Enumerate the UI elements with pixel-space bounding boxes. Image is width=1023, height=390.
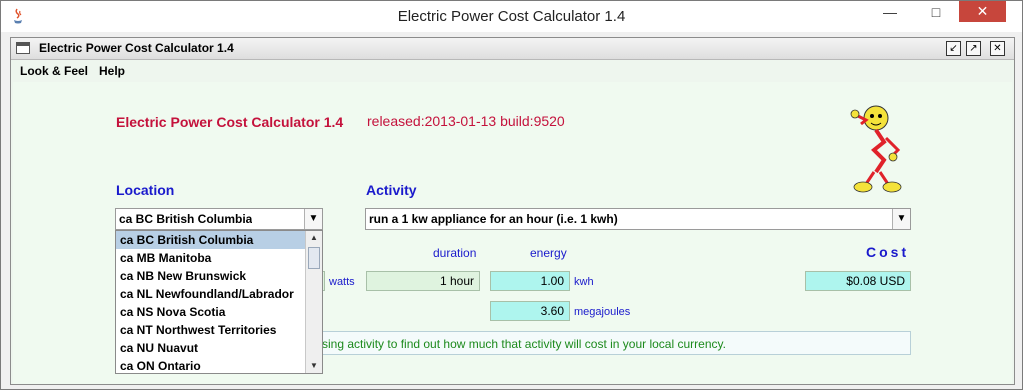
duration-field[interactable]: 1 hour: [366, 271, 480, 291]
os-titlebar[interactable]: Electric Power Cost Calculator 1.4 — □ ✕: [1, 1, 1022, 32]
duration-header: duration: [433, 246, 477, 260]
dropdown-scrollbar[interactable]: ▲ ▼: [305, 231, 322, 373]
internal-frame-titlebar[interactable]: Electric Power Cost Calculator 1.4 ↙ ↗ ✕: [11, 38, 1014, 60]
list-item[interactable]: ca NS Nova Scotia: [116, 303, 306, 321]
cost-field[interactable]: $0.08 USD: [805, 271, 911, 291]
menubar: Look & Feel Help: [11, 60, 1014, 82]
list-item[interactable]: ca NT Northwest Territories: [116, 321, 306, 339]
frame-close-button[interactable]: ✕: [990, 41, 1005, 56]
location-label: Location: [116, 182, 175, 198]
energy-mj-field[interactable]: 3.60: [490, 301, 570, 321]
main-content: Electric Power Cost Calculator 1.4 relea…: [13, 82, 1012, 384]
energy-header: energy: [530, 246, 567, 260]
maximize-button[interactable]: □: [913, 1, 959, 22]
internal-frame-title: Electric Power Cost Calculator 1.4: [39, 41, 234, 55]
os-window: Electric Power Cost Calculator 1.4 — □ ✕…: [0, 0, 1023, 390]
activity-label: Activity: [366, 182, 417, 198]
location-selected-value: ca BC British Columbia: [119, 212, 253, 226]
chevron-down-icon[interactable]: ▼: [892, 209, 910, 229]
list-item[interactable]: ca ON Ontario: [116, 357, 306, 375]
frame-icon: [16, 42, 30, 54]
iconify-button[interactable]: ↙: [946, 41, 961, 56]
internal-frame: Electric Power Cost Calculator 1.4 ↙ ↗ ✕…: [10, 37, 1015, 385]
reddy-kilowatt-mascot: [850, 105, 902, 193]
cost-header: Cost: [866, 244, 910, 260]
activity-combobox[interactable]: run a 1 kw appliance for an hour (i.e. 1…: [365, 208, 911, 230]
scroll-down-icon[interactable]: ▼: [306, 359, 322, 373]
location-dropdown-list[interactable]: ca BC British Columbia ca MB Manitoba ca…: [115, 230, 323, 374]
energy-kwh-field[interactable]: 1.00: [490, 271, 570, 291]
dropdown-options: ca BC British Columbia ca MB Manitoba ca…: [116, 231, 306, 375]
app-title: Electric Power Cost Calculator 1.4: [116, 114, 344, 130]
minimize-button[interactable]: —: [867, 1, 913, 22]
location-combobox[interactable]: ca BC British Columbia ▼: [115, 208, 323, 230]
list-item[interactable]: ca NU Nuavut: [116, 339, 306, 357]
scroll-thumb[interactable]: [308, 247, 320, 269]
kwh-unit: kwh: [574, 276, 594, 288]
hint-box: sing activity to find out how much that …: [313, 331, 911, 355]
megajoules-unit: megajoules: [574, 306, 631, 318]
restore-button[interactable]: ↗: [966, 41, 981, 56]
list-item[interactable]: ca NB New Brunswick: [116, 267, 306, 285]
list-item[interactable]: ca BC British Columbia: [116, 231, 306, 249]
activity-selected-value: run a 1 kw appliance for an hour (i.e. 1…: [369, 212, 618, 226]
release-info: released:2013-01-13 build:9520: [367, 113, 565, 129]
scroll-up-icon[interactable]: ▲: [306, 231, 322, 245]
chevron-down-icon[interactable]: ▼: [304, 209, 322, 229]
close-button[interactable]: ✕: [959, 1, 1006, 22]
hint-text: sing activity to find out how much that …: [322, 337, 726, 351]
watts-unit: watts: [329, 276, 355, 288]
list-item[interactable]: ca MB Manitoba: [116, 249, 306, 267]
list-item[interactable]: ca NL Newfoundland/Labrador: [116, 285, 306, 303]
menu-look-and-feel[interactable]: Look & Feel: [20, 64, 88, 78]
menu-help[interactable]: Help: [99, 64, 125, 78]
